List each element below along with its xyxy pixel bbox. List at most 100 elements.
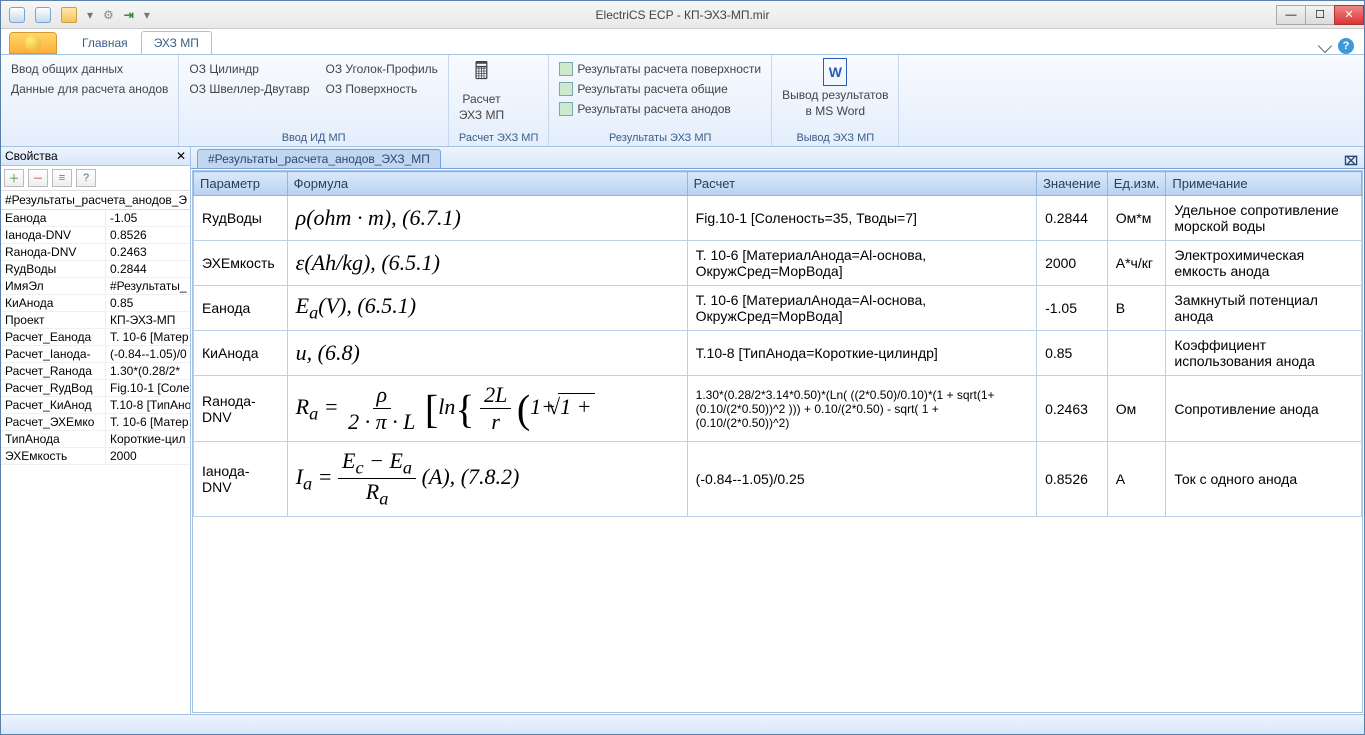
qat-dropdown-2[interactable]: ▾ [144, 8, 150, 22]
tab-ehz[interactable]: ЭХЗ МП [141, 31, 212, 54]
cell-unit [1107, 331, 1166, 376]
col-formula[interactable]: Формула [287, 172, 687, 196]
qat-dropdown-1[interactable]: ▾ [87, 8, 93, 22]
cell-formula: Ea(V), (6.5.1) [287, 286, 687, 331]
prop-name: Расчет_КиАнод [1, 397, 106, 413]
btn-oz-cylinder[interactable]: ОЗ Цилиндр [189, 62, 309, 76]
prop-row[interactable]: Расчет_ЭХЕмкоТ. 10-6 [Матер [1, 414, 190, 431]
prop-row[interactable]: ЭХЕмкость2000 [1, 448, 190, 465]
doc-tab-close-icon[interactable]: ⌧ [1338, 154, 1364, 168]
prop-row[interactable]: Расчет_EанодаТ. 10-6 [Матер [1, 329, 190, 346]
prop-row[interactable]: RудВоды0.2844 [1, 261, 190, 278]
results-table-wrap[interactable]: Параметр Формула Расчет Значение Ед.изм.… [192, 170, 1363, 713]
table-row[interactable]: RудВоды ρ(ohm · m), (6.7.1) Fig.10-1 [Со… [194, 196, 1362, 241]
qat-icon-1[interactable] [9, 7, 25, 23]
prop-row[interactable]: ТипАнодаКороткие-цил [1, 431, 190, 448]
prop-value: 0.2463 [106, 244, 190, 260]
btn-oz-angle[interactable]: ОЗ Уголок-Профиль [326, 62, 438, 76]
prop-name: Iанода-DNV [1, 227, 106, 243]
prop-row[interactable]: КиАнода0.85 [1, 295, 190, 312]
properties-close-icon[interactable]: ✕ [176, 149, 186, 163]
prop-value: 0.2844 [106, 261, 190, 277]
cell-param: Iанода-DNV [194, 442, 288, 517]
btn-res-common[interactable]: Результаты расчета общие [559, 82, 761, 96]
col-calc[interactable]: Расчет [687, 172, 1036, 196]
table-row[interactable]: Iанода-DNV Ia = Ec − EaRa (A), (7.8.2) (… [194, 442, 1362, 517]
table-row[interactable]: ЭХЕмкость ε(Ah/kg), (6.5.1) Т. 10-6 [Мат… [194, 241, 1362, 286]
app-icon [25, 35, 41, 51]
properties-title: Свойства [5, 149, 58, 163]
prop-row[interactable]: Rанода-DNV0.2463 [1, 244, 190, 261]
prop-name: ТипАнода [1, 431, 106, 447]
prop-tool-help[interactable]: ? [76, 169, 96, 187]
btn-input-anodes[interactable]: Данные для расчета анодов [11, 82, 168, 96]
prop-value: Fig.10-1 [Соле [106, 380, 190, 396]
prop-value: Т. 10-6 [Матер [106, 414, 190, 430]
doc-tab-results[interactable]: #Результаты_расчета_анодов_ЭХЗ_МП [197, 149, 441, 168]
app-menu-button[interactable] [9, 32, 57, 54]
status-bar [1, 714, 1364, 734]
col-value[interactable]: Значение [1037, 172, 1108, 196]
table-row[interactable]: Eанода Ea(V), (6.5.1) Т. 10-6 [МатериалА… [194, 286, 1362, 331]
prop-value: 0.8526 [106, 227, 190, 243]
properties-grid: Eанода-1.05Iанода-DNV0.8526Rанода-DNV0.2… [1, 210, 190, 714]
btn-input-common[interactable]: Ввод общих данных [11, 62, 168, 76]
btn-res-surface[interactable]: Результаты расчета поверхности [559, 62, 761, 76]
prop-value: 2000 [106, 448, 190, 464]
cell-calc: Т. 10-6 [МатериалАнода=Al-основа, ОкружС… [687, 286, 1036, 331]
title-bar: ▾ ⚙ ⇥ ▾ ElectriCS ECP - КП-ЭХЗ-МП.mir — … [1, 1, 1364, 29]
col-param[interactable]: Параметр [194, 172, 288, 196]
group3-title: Расчет ЭХЗ МП [459, 130, 538, 144]
sheet-icon [559, 102, 573, 116]
prop-value: КП-ЭХЗ-МП [106, 312, 190, 328]
tab-main[interactable]: Главная [69, 31, 141, 54]
prop-row[interactable]: Расчет_КиАнодТ.10-8 [ТипАно [1, 397, 190, 414]
btn-res-anodes[interactable]: Результаты расчета анодов [559, 102, 761, 116]
prop-value: Короткие-цил [106, 431, 190, 447]
cell-formula: Ia = Ec − EaRa (A), (7.8.2) [287, 442, 687, 517]
col-note[interactable]: Примечание [1166, 172, 1362, 196]
prop-name: КиАнода [1, 295, 106, 311]
col-unit[interactable]: Ед.изм. [1107, 172, 1166, 196]
prop-row[interactable]: Расчет_Rанода1.30*(0.28/2* [1, 363, 190, 380]
cell-note: Коэффициент использования анода [1166, 331, 1362, 376]
properties-path: #Результаты_расчета_анодов_Э [1, 191, 190, 210]
cell-param: ЭХЕмкость [194, 241, 288, 286]
gear-icon[interactable]: ⚙ [103, 8, 114, 22]
qat-icon-3[interactable] [61, 7, 77, 23]
prop-tool-del[interactable]: － [28, 169, 48, 187]
cell-val: 0.2463 [1037, 376, 1108, 442]
table-row[interactable]: КиАнода u, (6.8) Т.10-8 [ТипАнода=Коротк… [194, 331, 1362, 376]
maximize-button[interactable]: ☐ [1305, 5, 1335, 25]
collapse-ribbon-icon[interactable] [1318, 39, 1332, 53]
btn-calc-l2: ЭХЗ МП [459, 108, 504, 122]
cell-note: Замкнутый потенциал анода [1166, 286, 1362, 331]
properties-title-bar: Свойства ✕ [1, 147, 190, 166]
cell-calc: Т.10-8 [ТипАнода=Короткие-цилиндр] [687, 331, 1036, 376]
prop-row[interactable]: ИмяЭл#Результаты_ [1, 278, 190, 295]
table-row[interactable]: Rанода-DNV Ra = ρ2 · π · L [ln{ 2Lr (1+1… [194, 376, 1362, 442]
qat-icon-2[interactable] [35, 7, 51, 23]
cell-unit: А [1107, 442, 1166, 517]
prop-value: -1.05 [106, 210, 190, 226]
btn-oz-surface[interactable]: ОЗ Поверхность [326, 82, 438, 96]
ribbon: Ввод общих данных Данные для расчета ано… [1, 55, 1364, 147]
btn-oz-channel[interactable]: ОЗ Швеллер-Двутавр [189, 82, 309, 96]
prop-tool-add[interactable]: ＋ [4, 169, 24, 187]
btn-calc[interactable]: 🖩 Расчет ЭХЗ МП [459, 58, 504, 122]
minimize-button[interactable]: — [1276, 5, 1306, 25]
help-icon[interactable]: ? [1338, 38, 1354, 54]
cell-unit: А*ч/кг [1107, 241, 1166, 286]
prop-row[interactable]: ПроектКП-ЭХЗ-МП [1, 312, 190, 329]
prop-tool-list[interactable]: ≡ [52, 169, 72, 187]
prop-name: Расчет_ЭХЕмко [1, 414, 106, 430]
prop-row[interactable]: Eанода-1.05 [1, 210, 190, 227]
prop-row[interactable]: Расчет_Iанода-(-0.84--1.05)/0 [1, 346, 190, 363]
document-tabs: #Результаты_расчета_анодов_ЭХЗ_МП ⌧ [191, 147, 1364, 169]
prop-row[interactable]: Iанода-DNV0.8526 [1, 227, 190, 244]
exit-icon[interactable]: ⇥ [124, 8, 134, 22]
btn-export-word[interactable]: W Вывод результатов в MS Word [782, 58, 888, 118]
prop-row[interactable]: Расчет_RудВодFig.10-1 [Соле [1, 380, 190, 397]
close-button[interactable]: ✕ [1334, 5, 1364, 25]
sheet-icon [559, 82, 573, 96]
